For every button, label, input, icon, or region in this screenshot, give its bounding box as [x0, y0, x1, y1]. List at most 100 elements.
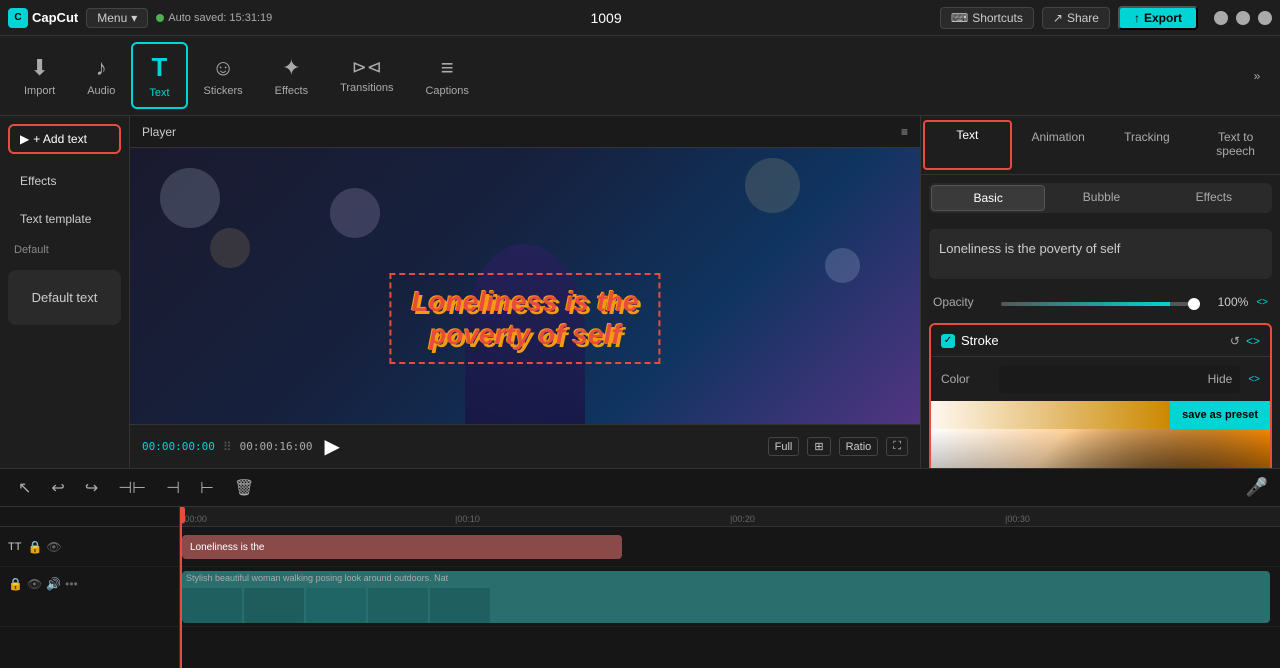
tab-animation[interactable]: Animation — [1016, 120, 1101, 170]
lock-icon[interactable]: 🔒 — [27, 540, 42, 554]
text-track-type: TT — [8, 541, 21, 553]
timeline-track-labels: TT 🔒 👁 🔒 👁 🔊 ••• — [0, 507, 180, 668]
ruler-mark-0: |00:00 — [182, 514, 207, 524]
topbar: C CapCut Menu ▾ Auto saved: 15:31:19 100… — [0, 0, 1280, 36]
color-picker-area: save as preset ✏ Hex ⊕ — [931, 401, 1270, 468]
opacity-value: 100% — [1208, 295, 1248, 309]
close-button[interactable] — [1258, 11, 1272, 25]
text-clip[interactable]: Loneliness is the — [182, 535, 622, 559]
stickers-icon: ☺ — [212, 55, 234, 81]
delete-button[interactable]: 🗑 — [228, 476, 260, 500]
full-button[interactable]: Full — [768, 437, 800, 456]
timeline-ruler: |00:00 |00:10 |00:20 |00:30 — [180, 507, 1280, 527]
tab-tracking[interactable]: Tracking — [1105, 120, 1190, 170]
video-clip[interactable]: Stylish beautiful woman walking posing l… — [182, 571, 1270, 623]
toolbar-item-import[interactable]: ⬇ Import — [8, 42, 71, 109]
left-panel: ▶ + Add text Effects Text template Defau… — [0, 116, 130, 468]
toolbar-item-captions[interactable]: ≡ Captions — [409, 42, 484, 109]
eye-icon[interactable]: 👁 — [46, 540, 61, 554]
opacity-label: Opacity — [933, 295, 993, 309]
right-panel: Text Animation Tracking Text to speech B… — [920, 116, 1280, 468]
ruler-mark-20: |00:20 — [730, 514, 755, 524]
toolbar-item-audio[interactable]: ♪ Audio — [71, 42, 131, 109]
select-tool-button[interactable]: ↖ — [12, 476, 37, 500]
toolbar-more-button[interactable]: » — [1242, 61, 1272, 91]
sub-tab-effects[interactable]: Effects — [1158, 185, 1270, 211]
fullscreen-button[interactable]: ⛶ — [886, 437, 908, 456]
player-controls: 00:00:00:00 ⠿ 00:00:16:00 ▶ Full ⊞ Ratio… — [130, 424, 920, 468]
split-button[interactable]: ⊣⊢ — [112, 476, 152, 500]
stroke-reset-icon[interactable]: ↺ — [1230, 334, 1240, 348]
logo-icon: C — [8, 8, 28, 28]
window-controls — [1214, 11, 1272, 25]
toolbar-item-stickers[interactable]: ☺ Stickers — [188, 42, 259, 109]
toolbar-items: ⬇ Import ♪ Audio T Text ☺ Stickers ✦ Eff… — [8, 42, 485, 109]
maximize-button[interactable] — [1236, 11, 1250, 25]
text-content-box[interactable]: Loneliness is the poverty of self — [929, 229, 1272, 279]
opacity-code-icon[interactable]: <> — [1256, 297, 1268, 308]
tab-text-to-speech[interactable]: Text to speech — [1193, 120, 1278, 170]
trim-left-button[interactable]: ⊣ — [160, 476, 186, 500]
color-gradient-box[interactable] — [931, 429, 1270, 468]
export-button[interactable]: ↑ Export — [1118, 6, 1198, 30]
sub-tab-basic[interactable]: Basic — [931, 185, 1045, 211]
share-button[interactable]: ↗ Share — [1042, 7, 1110, 29]
shortcuts-button[interactable]: ⌨ Shortcuts — [940, 7, 1034, 29]
opacity-row: Opacity 100% <> — [921, 287, 1280, 317]
color-label: Color — [941, 372, 991, 386]
stroke-header-icons: ↺ <> — [1230, 334, 1260, 348]
text-sub-tabs: Basic Bubble Effects — [929, 183, 1272, 213]
player-video: Loneliness is thepoverty of self — [130, 148, 920, 424]
eye-icon-2[interactable]: 👁 — [27, 577, 42, 591]
ruler-mark-10: |00:10 — [455, 514, 480, 524]
color-arrows[interactable]: <> — [1248, 374, 1260, 385]
stroke-code-icon[interactable]: <> — [1246, 334, 1260, 348]
text-track: Loneliness is the — [180, 527, 1280, 567]
player-header: Player ≡ — [130, 116, 920, 148]
gradient-preview-bar — [931, 401, 1170, 429]
minimize-button[interactable] — [1214, 11, 1228, 25]
player-area: Player ≡ Loneliness is thepoverty of sel… — [130, 116, 920, 468]
tab-text[interactable]: Text — [923, 120, 1012, 170]
stroke-header: ✓ Stroke ↺ <> — [931, 325, 1270, 357]
main-content: ▶ + Add text Effects Text template Defau… — [0, 116, 1280, 468]
opacity-slider[interactable] — [1001, 302, 1200, 306]
toolbar-item-text[interactable]: T Text — [131, 42, 187, 109]
trim-right-button[interactable]: ⊢ — [194, 476, 220, 500]
redo-button[interactable]: ↪ — [79, 476, 104, 500]
sub-tab-bubble[interactable]: Bubble — [1045, 185, 1157, 211]
more-icon[interactable]: ••• — [65, 577, 78, 591]
hide-button[interactable]: Hide — [1208, 372, 1233, 386]
save-preset-button[interactable]: save as preset — [1170, 401, 1270, 429]
crop-button[interactable]: ⊞ — [807, 437, 830, 456]
play-button[interactable]: ▶ — [321, 430, 344, 463]
transitions-icon: ⊳⊲ — [352, 57, 382, 78]
mic-button[interactable]: 🎤 — [1246, 477, 1268, 498]
stroke-checkbox[interactable]: ✓ — [941, 334, 955, 348]
timeline-toolbar: ↖ ↩ ↪ ⊣⊢ ⊣ ⊢ 🗑 🎤 — [0, 469, 1280, 507]
ruler-spacer — [0, 507, 179, 527]
overlay-text: Loneliness is thepoverty of self — [411, 285, 638, 352]
player-menu-icon[interactable]: ≡ — [901, 125, 908, 139]
ruler-mark-30: |00:30 — [1005, 514, 1030, 524]
video-track-icons: 🔒 👁 🔊 ••• — [8, 577, 78, 591]
default-section-label: Default — [0, 238, 129, 262]
ratio-button[interactable]: Ratio — [839, 437, 879, 456]
app-logo: C CapCut — [8, 8, 78, 28]
effects-item[interactable]: Effects — [6, 164, 123, 198]
volume-icon[interactable]: 🔊 — [46, 577, 61, 591]
toolbar-item-transitions[interactable]: ⊳⊲ Transitions — [324, 42, 409, 109]
toolbar-item-effects[interactable]: ✦ Effects — [259, 42, 324, 109]
menu-button[interactable]: Menu ▾ — [86, 8, 148, 28]
add-text-button[interactable]: ▶ + Add text — [8, 124, 121, 154]
color-swatch[interactable]: Hide — [999, 365, 1240, 393]
lock-icon-2[interactable]: 🔒 — [8, 577, 23, 591]
text-template-item[interactable]: Text template — [6, 202, 123, 236]
project-name: 1009 — [280, 10, 932, 26]
color-picker-top: save as preset — [931, 401, 1270, 429]
undo-button[interactable]: ↩ — [45, 476, 70, 500]
default-text-card[interactable]: Default text — [8, 270, 121, 325]
right-tabs: Text Animation Tracking Text to speech — [921, 116, 1280, 175]
import-icon: ⬇ — [30, 55, 48, 81]
text-track-label: TT 🔒 👁 — [0, 527, 179, 567]
